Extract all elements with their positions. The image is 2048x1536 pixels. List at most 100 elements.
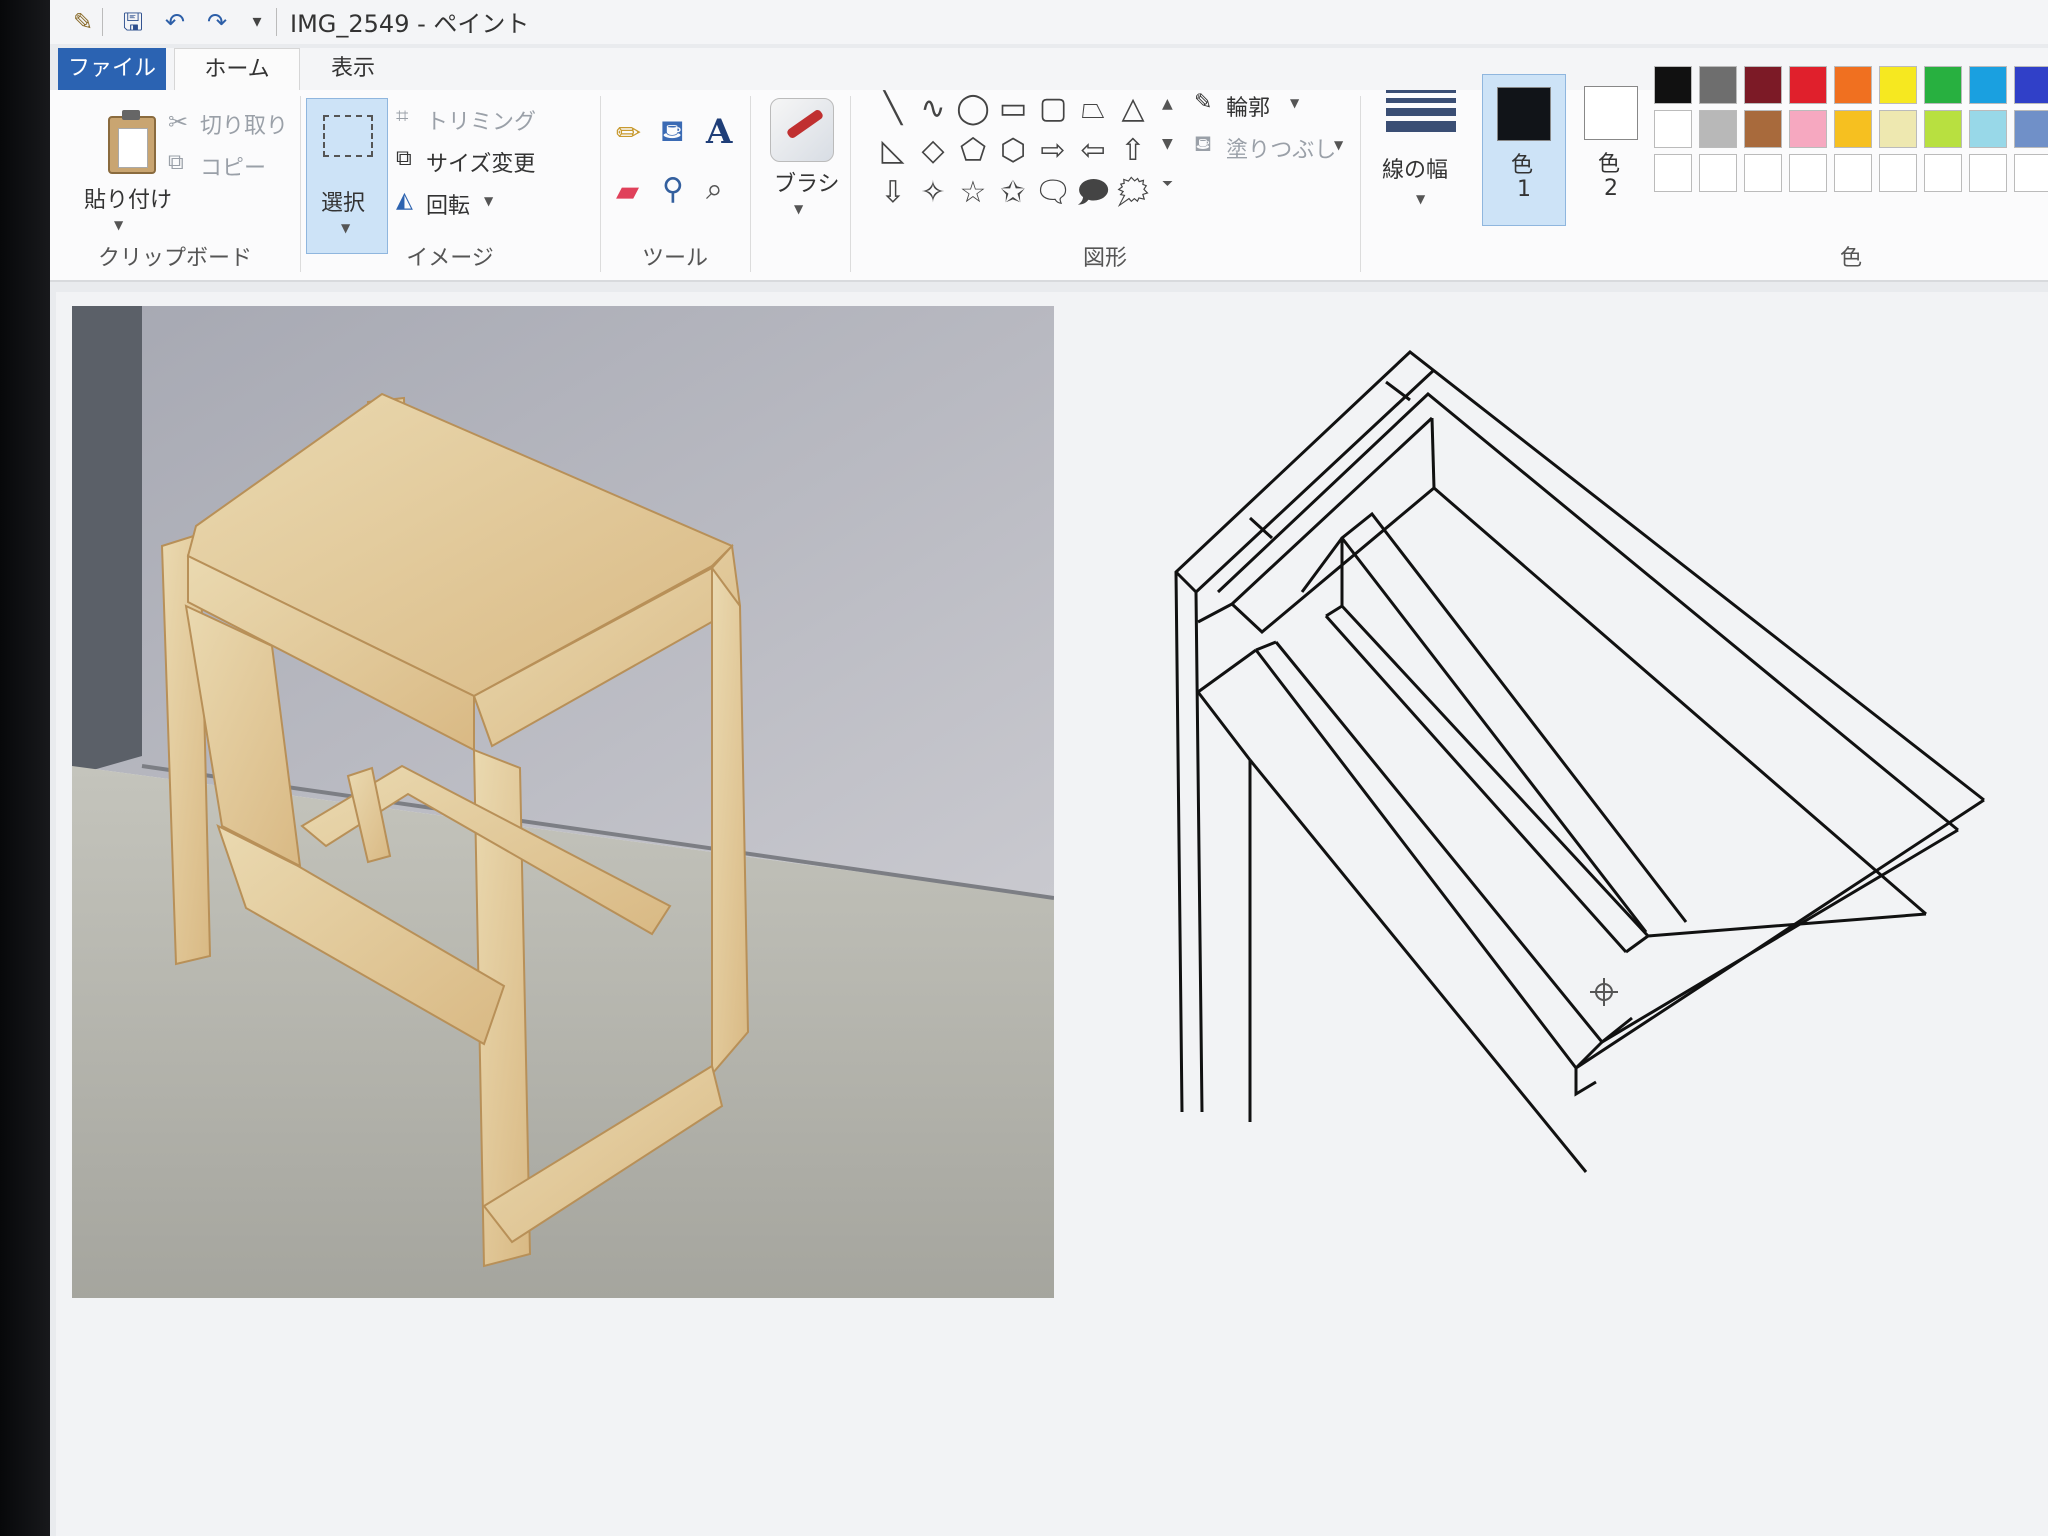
text-tool-icon[interactable]: A bbox=[706, 112, 732, 152]
shape-option-icon[interactable]: 🗨 bbox=[1034, 178, 1072, 208]
palette-color-swatch[interactable] bbox=[1924, 66, 1962, 104]
color-picker-icon[interactable]: ⚲ bbox=[662, 172, 684, 207]
palette-color-swatch[interactable] bbox=[1834, 66, 1872, 104]
palette-color-swatch[interactable] bbox=[1789, 66, 1827, 104]
palette-color-swatch[interactable] bbox=[2014, 66, 2048, 104]
sketch-line bbox=[1430, 417, 1436, 489]
save-icon[interactable]: 🖫 bbox=[118, 8, 148, 36]
sketch-line bbox=[1248, 516, 1274, 540]
palette-color-swatch[interactable] bbox=[1654, 66, 1692, 104]
crosshair-cursor-icon bbox=[1590, 978, 1618, 1006]
line-width-sample bbox=[1386, 98, 1456, 103]
palette-color-swatch[interactable] bbox=[1969, 110, 2007, 148]
shape-option-icon[interactable]: ⏢ bbox=[1074, 94, 1112, 124]
palette-color-swatch[interactable] bbox=[1789, 154, 1827, 192]
undo-icon[interactable]: ↶ bbox=[160, 8, 190, 36]
shape-option-icon[interactable]: ◇ bbox=[914, 136, 952, 166]
color1-button[interactable]: 色 1 bbox=[1482, 74, 1566, 226]
palette-color-swatch[interactable] bbox=[1879, 154, 1917, 192]
palette-color-swatch[interactable] bbox=[1924, 154, 1962, 192]
palette-color-swatch[interactable] bbox=[1699, 66, 1737, 104]
sketch-line bbox=[1385, 380, 1411, 402]
sketch-line bbox=[1340, 537, 1648, 933]
shape-option-icon[interactable]: ⬡ bbox=[994, 136, 1032, 166]
rotate-dropdown-icon[interactable]: ▼ bbox=[484, 194, 493, 208]
select-button[interactable]: 選択 ▼ bbox=[306, 98, 388, 254]
palette-color-swatch[interactable] bbox=[1744, 66, 1782, 104]
shape-option-icon[interactable]: ⇨ bbox=[1034, 136, 1072, 166]
shape-option-icon[interactable]: ⇦ bbox=[1074, 136, 1112, 166]
shape-option-icon[interactable]: ✩ bbox=[994, 178, 1032, 208]
select-rectangle-icon bbox=[323, 115, 373, 157]
photo-doorway bbox=[72, 306, 142, 776]
sketch-outline bbox=[1274, 641, 1959, 1044]
palette-color-swatch[interactable] bbox=[1924, 110, 1962, 148]
color2-button[interactable]: 色 2 bbox=[1570, 74, 1652, 224]
shape-option-icon[interactable]: ⬠ bbox=[954, 136, 992, 166]
palette-color-swatch[interactable] bbox=[2014, 154, 2048, 192]
palette-color-swatch[interactable] bbox=[1834, 110, 1872, 148]
palette-color-swatch[interactable] bbox=[1654, 110, 1692, 148]
palette-color-swatch[interactable] bbox=[1879, 66, 1917, 104]
select-dropdown-icon[interactable]: ▼ bbox=[341, 221, 350, 235]
outline-dropdown-icon[interactable]: ▼ bbox=[1290, 96, 1299, 110]
palette-color-swatch[interactable] bbox=[1969, 66, 2007, 104]
shape-option-icon[interactable]: ☆ bbox=[954, 178, 992, 208]
shape-option-icon[interactable]: ▢ bbox=[1034, 94, 1072, 124]
shape-option-icon[interactable]: △ bbox=[1114, 94, 1152, 124]
shapes-more-icon[interactable]: ⏷ bbox=[1162, 176, 1173, 192]
sketch-line bbox=[1197, 648, 1257, 694]
tab-file[interactable]: ファイル bbox=[58, 48, 166, 90]
line-width-label: 線の幅 bbox=[1382, 158, 1449, 183]
monitor-bezel bbox=[0, 0, 50, 1536]
rotate-label: 回転 bbox=[426, 194, 471, 219]
fill-dropdown-icon[interactable]: ▼ bbox=[1334, 138, 1343, 152]
rotate-icon: ◭ bbox=[396, 188, 413, 213]
brushes-label: ブラシ bbox=[774, 172, 840, 197]
palette-color-swatch[interactable] bbox=[1699, 154, 1737, 192]
fill-label: 塗りつぶし bbox=[1226, 138, 1337, 163]
palette-color-swatch[interactable] bbox=[1969, 154, 2007, 192]
size-group[interactable]: 線の幅 ▼ bbox=[1360, 90, 1470, 280]
redo-icon[interactable]: ↷ bbox=[202, 8, 232, 36]
tools-group-label: ツール bbox=[641, 246, 708, 271]
eraser-icon[interactable]: ▰ bbox=[616, 174, 639, 209]
brush-icon[interactable] bbox=[770, 98, 834, 162]
shape-option-icon[interactable]: ◯ bbox=[954, 94, 992, 124]
sketch-line bbox=[1248, 759, 1588, 1173]
tab-view[interactable]: 表示 bbox=[308, 48, 398, 90]
palette-color-swatch[interactable] bbox=[1744, 110, 1782, 148]
crop-icon: ⌗ bbox=[396, 104, 409, 129]
palette-color-swatch[interactable] bbox=[1699, 110, 1737, 148]
shape-option-icon[interactable]: ⇧ bbox=[1114, 136, 1152, 166]
shape-option-icon[interactable]: 🗩 bbox=[1074, 178, 1112, 208]
color1-swatch bbox=[1497, 87, 1551, 141]
outline-label: 輪郭 bbox=[1226, 96, 1271, 121]
shape-option-icon[interactable]: ✧ bbox=[914, 178, 952, 208]
palette-color-swatch[interactable] bbox=[1834, 154, 1872, 192]
shapes-scroll-up-icon[interactable]: ▲ bbox=[1162, 96, 1173, 112]
customize-quick-access-icon[interactable]: ▾ bbox=[242, 8, 272, 36]
shape-option-icon[interactable]: ◺ bbox=[874, 136, 912, 166]
palette-color-swatch[interactable] bbox=[1654, 154, 1692, 192]
shape-option-icon[interactable]: ∿ bbox=[914, 94, 952, 124]
shape-option-icon[interactable]: ⇩ bbox=[874, 178, 912, 208]
shape-option-icon[interactable]: 🗯 bbox=[1114, 178, 1152, 208]
palette-color-swatch[interactable] bbox=[1789, 110, 1827, 148]
tab-home[interactable]: ホーム bbox=[174, 48, 300, 91]
shape-option-icon[interactable]: ▭ bbox=[994, 94, 1032, 124]
palette-color-swatch[interactable] bbox=[1879, 110, 1917, 148]
shape-option-icon[interactable]: ╲ bbox=[874, 94, 912, 124]
magnifier-icon[interactable]: ⌕ bbox=[706, 172, 723, 207]
line-width-sample bbox=[1386, 90, 1456, 93]
palette-color-swatch[interactable] bbox=[1744, 154, 1782, 192]
palette-color-swatch[interactable] bbox=[2014, 110, 2048, 148]
line-drawing bbox=[1096, 292, 2048, 1536]
line-width-dropdown-icon[interactable]: ▼ bbox=[1416, 192, 1425, 206]
pencil-icon[interactable]: ✏ bbox=[616, 116, 641, 151]
shapes-scroll-down-icon[interactable]: ▼ bbox=[1162, 136, 1173, 152]
brushes-dropdown-icon[interactable]: ▼ bbox=[794, 202, 803, 216]
paint-app-icon[interactable]: ✎ bbox=[68, 8, 98, 36]
fill-bucket-icon[interactable]: ⛾ bbox=[660, 114, 685, 153]
drawing-canvas[interactable] bbox=[56, 292, 2048, 1536]
